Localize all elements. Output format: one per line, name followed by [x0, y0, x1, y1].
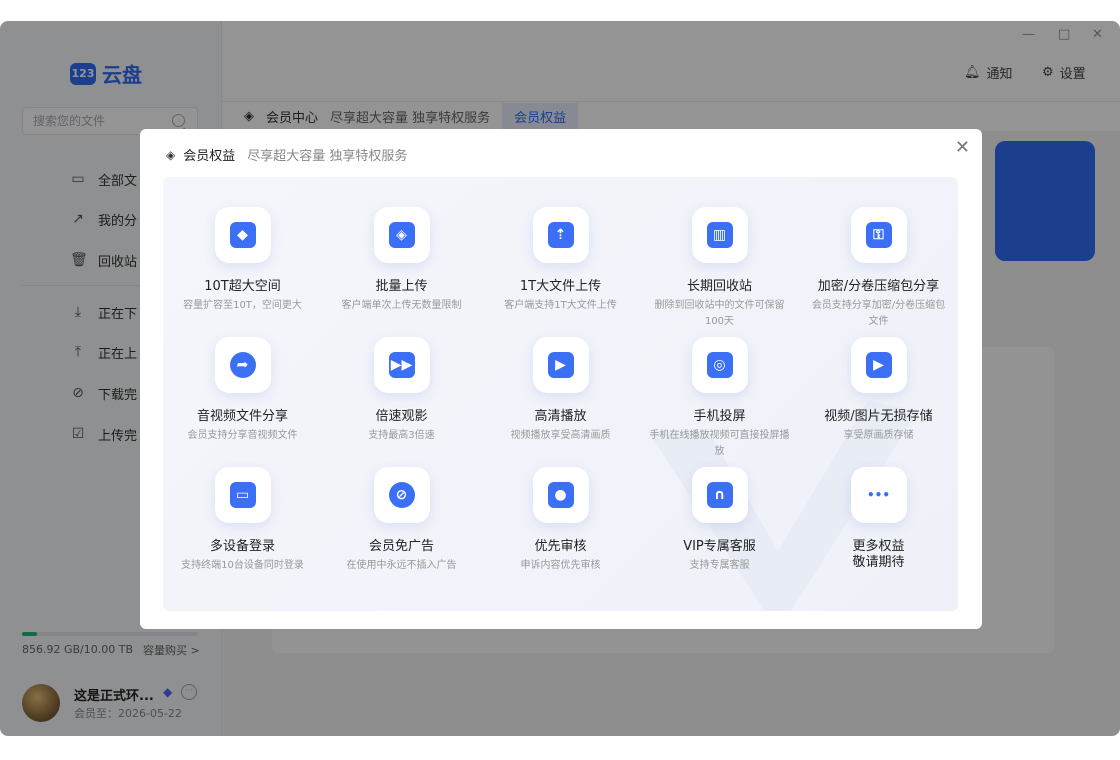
close-modal-button[interactable]: ✕: [955, 137, 970, 158]
benefit-title: 高清播放: [534, 409, 587, 424]
benefit-title: 音视频文件分享: [196, 409, 288, 424]
diamond-icon: ◈: [166, 147, 176, 162]
benefit-desc: 会员支持分享加密/分卷压缩包文件: [811, 300, 946, 327]
benefit-item: ∩ VIP专属客服支持专属客服: [640, 467, 799, 597]
benefit-title: VIP专属客服: [683, 539, 756, 554]
cube-glyph: ◆: [229, 222, 256, 248]
benefit-title: 长期回收站: [686, 279, 752, 294]
share-arrow-glyph: ➦: [229, 352, 256, 378]
benefit-title: 会员免广告: [368, 539, 434, 554]
benefit-desc: 客户端支持1T大文件上传: [504, 300, 617, 311]
benefit-desc: 手机在线播放视频可直接投屏播放: [649, 430, 790, 457]
benefit-item: ◈ 批量上传客户端单次上传无数量限制: [322, 207, 481, 337]
modal-title: 会员权益: [183, 149, 236, 164]
lock-glyph: ⚿: [865, 222, 892, 248]
benefit-desc: 支持终端10台设备同时登录: [181, 560, 304, 571]
benefit-desc: 会员支持分享音视频文件: [187, 430, 298, 441]
benefit-desc: 视频播放享受高清画质: [510, 430, 611, 441]
benefit-desc: 享受原画质存储: [843, 430, 914, 441]
cube-icon: ◆: [214, 207, 271, 263]
film-icon: ▶: [532, 337, 589, 393]
benefit-title: 1T大文件上传: [519, 279, 602, 294]
layers-glyph: ◈: [388, 222, 415, 248]
image-video-glyph: ▶: [865, 352, 892, 378]
benefit-title: 10T超大空间: [204, 279, 281, 294]
benefit-title: 视频/图片无损存储: [824, 409, 933, 424]
benefit-desc: 客户端单次上传无数量限制: [341, 300, 462, 311]
benefit-title: 手机投屏: [693, 409, 746, 424]
more-dots-icon: •••: [850, 467, 907, 523]
benefit-item: ▶▶ 倍速观影支持最高3倍速: [322, 337, 481, 467]
lock-icon: ⚿: [850, 207, 907, 263]
modal-subtitle: 尽享超大容量 独享特权服务: [247, 149, 408, 164]
benefit-title: 加密/分卷压缩包分享: [817, 279, 940, 294]
benefits-modal: ◈ 会员权益 尽享超大容量 独享特权服务 ✕ ◆ 10T超大空间容量扩容至10T，…: [140, 129, 982, 629]
benefits-panel: ◆ 10T超大空间容量扩容至10T，空间更大 ◈ 批量上传客户端单次上传无数量限制 ⇡ 1…: [163, 177, 958, 611]
benefit-desc: 删除到回收站中的文件可保留100天: [654, 300, 785, 327]
fast-forward-glyph: ▶▶: [388, 352, 415, 378]
benefit-item: ▶ 视频/图片无损存储享受原画质存储: [799, 337, 958, 467]
benefit-item: ▶ 高清播放视频播放享受高清画质: [481, 337, 640, 467]
benefit-grid: ◆ 10T超大空间容量扩容至10T，空间更大 ◈ 批量上传客户端单次上传无数量限制 ⇡ 1…: [163, 177, 958, 611]
benefit-item: ▥ 长期回收站删除到回收站中的文件可保留100天: [640, 207, 799, 337]
benefit-title: 更多权益 敬请期待: [852, 539, 905, 570]
benefit-item: ⇡ 1T大文件上传客户端支持1T大文件上传: [481, 207, 640, 337]
benefit-item: ▭ 多设备登录支持终端10台设备同时登录: [163, 467, 322, 597]
user-icon: ●: [532, 467, 589, 523]
benefit-desc: 支持专属客服: [689, 560, 750, 571]
headset-icon: ∩: [691, 467, 748, 523]
cast-icon: ◎: [691, 337, 748, 393]
benefit-item: ••• 更多权益 敬请期待: [799, 467, 958, 597]
no-ads-icon: ⊘: [373, 467, 430, 523]
devices-icon: ▭: [214, 467, 271, 523]
benefit-desc: 支持最高3倍速: [368, 430, 435, 441]
benefit-item: ◆ 10T超大空间容量扩容至10T，空间更大: [163, 207, 322, 337]
benefit-item: ➦ 音视频文件分享会员支持分享音视频文件: [163, 337, 322, 467]
no-ads-glyph: ⊘: [388, 482, 415, 508]
cast-glyph: ◎: [706, 352, 733, 378]
benefit-item: ⚿ 加密/分卷压缩包分享会员支持分享加密/分卷压缩包文件: [799, 207, 958, 337]
benefit-desc: 在使用中永远不插入广告: [346, 560, 457, 571]
benefit-desc: 容量扩容至10T，空间更大: [183, 300, 302, 311]
film-glyph: ▶: [547, 352, 574, 378]
file-upload-icon: ⇡: [532, 207, 589, 263]
benefit-title: 优先审核: [534, 539, 587, 554]
benefit-title: 多设备登录: [209, 539, 275, 554]
recycle-bin-glyph: ▥: [706, 222, 733, 248]
more-dots-glyph: •••: [866, 488, 890, 502]
file-upload-glyph: ⇡: [547, 222, 574, 248]
recycle-bin-icon: ▥: [691, 207, 748, 263]
benefit-desc: 申诉内容优先审核: [520, 560, 601, 571]
layers-icon: ◈: [373, 207, 430, 263]
image-video-icon: ▶: [850, 337, 907, 393]
benefit-title: 倍速观影: [375, 409, 428, 424]
benefit-item: ⊘ 会员免广告在使用中永远不插入广告: [322, 467, 481, 597]
benefit-title: 批量上传: [375, 279, 428, 294]
modal-header: ◈ 会员权益 尽享超大容量 独享特权服务: [166, 145, 408, 165]
app-window: 123 云盘 ▭ 全部文 ↗ 我的分 🗑 回收站 ⤓ 正在下 ⤒ 正在上: [0, 21, 1120, 736]
user-glyph: ●: [547, 482, 574, 508]
fast-forward-icon: ▶▶: [373, 337, 430, 393]
headset-glyph: ∩: [706, 482, 733, 508]
share-arrow-icon: ➦: [214, 337, 271, 393]
devices-glyph: ▭: [229, 482, 256, 508]
benefit-item: ◎ 手机投屏手机在线播放视频可直接投屏播放: [640, 337, 799, 467]
benefit-item: ● 优先审核申诉内容优先审核: [481, 467, 640, 597]
